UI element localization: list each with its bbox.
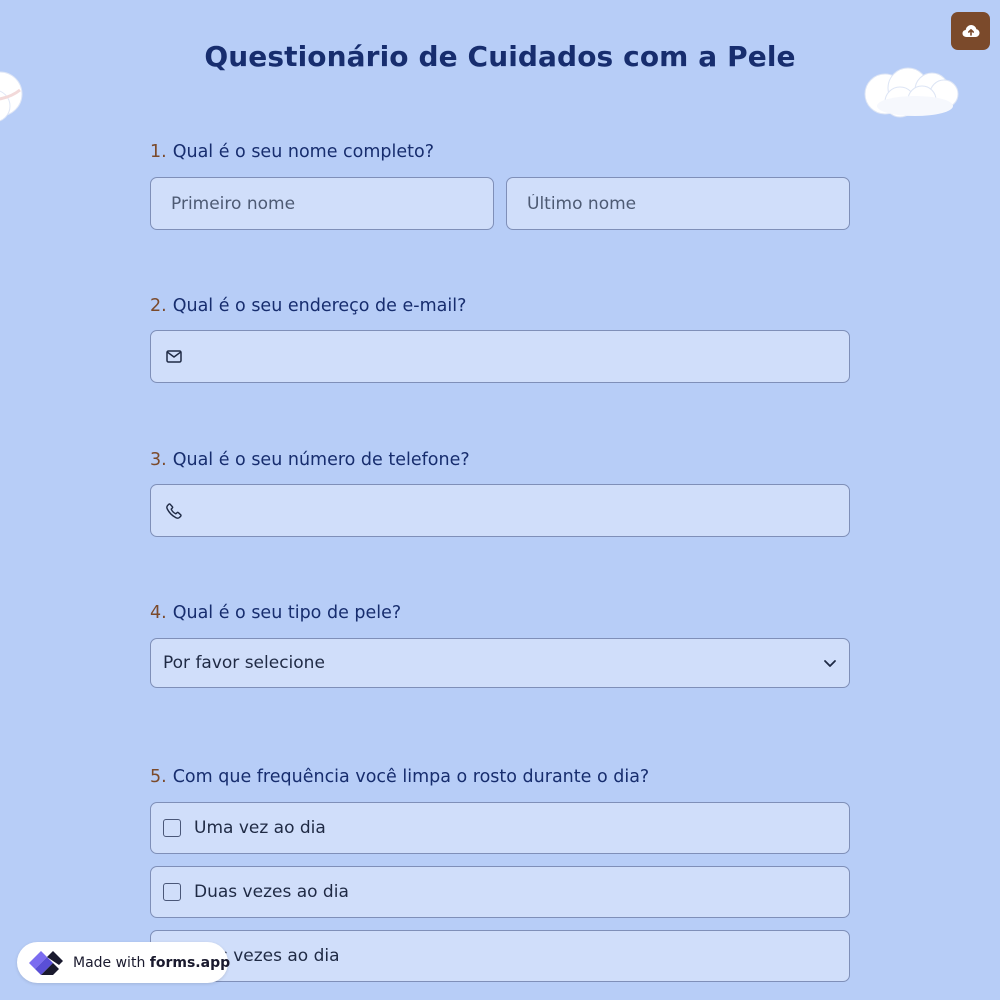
question-phone: 3. Qual é o seu número de telefone? xyxy=(150,448,850,537)
question-text: Qual é o seu endereço de e-mail? xyxy=(172,296,467,316)
question-email: 2. Qual é o seu endereço de e-mail? xyxy=(150,294,850,383)
email-field xyxy=(150,330,850,383)
last-name-field xyxy=(506,177,850,230)
option-twice-a-day[interactable]: Duas vezes ao dia xyxy=(150,866,850,918)
option-label: Uma vez ao dia xyxy=(194,818,326,838)
option-list: Uma vez ao dia Duas vezes ao dia Três ve… xyxy=(150,802,850,982)
question-number: 2. xyxy=(150,296,167,316)
chevron-down-icon xyxy=(824,659,836,667)
email-input[interactable] xyxy=(184,331,849,382)
skin-type-select[interactable]: Por favor selecione xyxy=(150,638,850,688)
question-text: Qual é o seu tipo de pele? xyxy=(172,603,402,623)
option-three-times-a-day[interactable]: Três vezes ao dia xyxy=(150,930,850,982)
question-cleansing-frequency: 5. Com que frequência você limpa o rosto … xyxy=(150,765,850,994)
question-label: 3. Qual é o seu número de telefone? xyxy=(150,448,850,472)
cloud-decoration-left xyxy=(0,71,23,122)
made-with-badge[interactable]: Made with forms.app xyxy=(17,942,231,983)
question-label: 1. Qual é o seu nome completo? xyxy=(150,140,850,164)
first-name-field xyxy=(150,177,494,230)
name-row xyxy=(150,177,850,230)
phone-field xyxy=(150,484,850,537)
form-title: Questionário de Cuidados com a Pele xyxy=(204,40,796,73)
last-name-input[interactable] xyxy=(507,178,849,229)
checkbox[interactable] xyxy=(163,883,181,901)
cloud-upload-icon xyxy=(962,25,979,37)
option-label: Duas vezes ao dia xyxy=(194,882,349,902)
question-full-name: 1. Qual é o seu nome completo? xyxy=(150,140,850,230)
phone-icon xyxy=(164,502,184,519)
select-value: Por favor selecione xyxy=(163,653,325,673)
question-skin-type: 4. Qual é o seu tipo de pele? Por favor s… xyxy=(150,601,850,688)
question-label: 4. Qual é o seu tipo de pele? xyxy=(150,601,850,625)
badge-text: Made with forms.app xyxy=(73,954,231,971)
question-text: Com que frequência você limpa o rosto du… xyxy=(172,767,650,787)
question-label: 2. Qual é o seu endereço de e-mail? xyxy=(150,294,850,318)
question-number: 1. xyxy=(150,142,167,162)
question-number: 4. xyxy=(150,603,167,623)
question-label: 5. Com que frequência você limpa o rosto … xyxy=(150,765,850,789)
mail-icon xyxy=(164,350,184,363)
first-name-input[interactable] xyxy=(151,178,493,229)
checkbox[interactable] xyxy=(163,819,181,837)
phone-input[interactable] xyxy=(184,485,849,536)
question-text: Qual é o seu nome completo? xyxy=(172,142,434,162)
option-once-a-day[interactable]: Uma vez ao dia xyxy=(150,802,850,854)
forms-app-logo-icon xyxy=(25,947,65,979)
question-number: 5. xyxy=(150,767,167,787)
question-number: 3. xyxy=(150,450,167,470)
question-text: Qual é o seu número de telefone? xyxy=(172,450,470,470)
